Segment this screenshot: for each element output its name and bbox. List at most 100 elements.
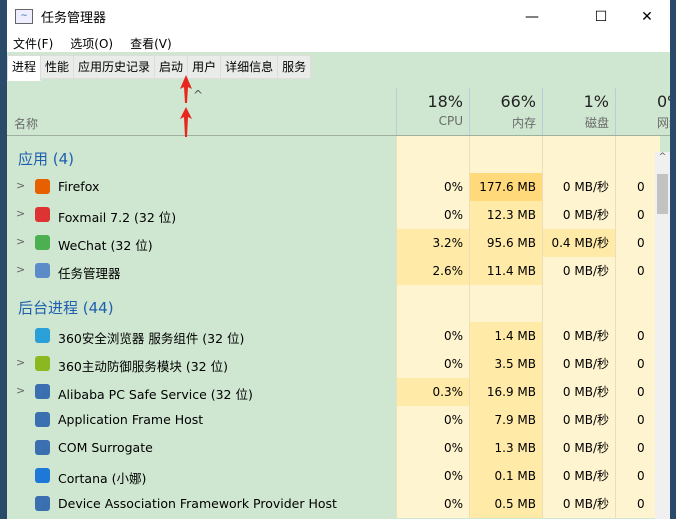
disk-cell: 0 MB/秒 <box>542 350 615 378</box>
process-name-cell: > Alibaba PC Safe Service (32 位) <box>7 378 396 406</box>
cpu-cell: 0% <box>396 434 469 462</box>
360-browser-icon <box>35 328 50 343</box>
process-row[interactable]: COM Surrogate 0%1.3 MB0 MB/秒0 M <box>7 434 660 483</box>
network-cell: 0 M <box>615 434 660 483</box>
taskmgr-icon: ~ <box>15 9 33 24</box>
memory-cell: 7.9 MB <box>469 406 542 434</box>
empty-cell <box>615 136 660 173</box>
empty-cell <box>469 285 542 322</box>
process-row[interactable]: Device Association Framework Provider Ho… <box>7 490 660 518</box>
process-name-cell: >360主动防御服务模块 (32 位) <box>7 350 396 378</box>
close-button[interactable]: ✕ <box>624 0 670 33</box>
window-title: 任务管理器 <box>41 11 107 26</box>
network-cell: 0 M <box>615 490 660 518</box>
process-name-cell: Device Association Framework Provider Ho… <box>7 490 396 518</box>
tab-details[interactable]: 详细信息 <box>220 55 279 79</box>
tab-processes[interactable]: 进程 <box>7 55 42 81</box>
process-row[interactable]: >360主动防御服务模块 (32 位)0%3.5 MB0 MB/秒0 M <box>7 350 660 399</box>
process-row[interactable]: > Alibaba PC Safe Service (32 位) 0.3% 16.9 … <box>7 378 660 427</box>
expand-chevron-icon[interactable]: > <box>16 235 25 248</box>
process-name-cell: > Foxmail 7.2 (32 位) <box>7 201 396 229</box>
process-name: Application Frame Host <box>58 412 204 427</box>
scrollbar[interactable]: ^ <box>655 152 670 519</box>
expand-chevron-icon[interactable]: > <box>16 263 25 276</box>
memory-cell: 12.3 MB <box>469 201 542 229</box>
process-row[interactable]: 360安全浏览器 服务组件 (32 位) 0%1.4 MB0 MB/秒0 M <box>7 322 660 371</box>
process-name: Alibaba PC Safe Service (32 位) <box>58 387 253 402</box>
network-cell: 0 M <box>615 350 660 399</box>
menu-view[interactable]: 查看(V) <box>130 35 172 52</box>
menu-options[interactable]: 选项(O) <box>70 35 113 52</box>
network-cell: 0 M <box>615 229 660 278</box>
tab-services[interactable]: 服务 <box>277 55 312 79</box>
expand-chevron-icon[interactable]: > <box>16 207 25 220</box>
memory-cell: 3.5 MB <box>469 350 542 378</box>
memory-cell: 16.9 MB <box>469 378 542 406</box>
memory-cell: 177.6 MB <box>469 173 542 201</box>
process-name: 360主动防御服务模块 (32 位) <box>58 359 228 374</box>
column-cpu[interactable]: 18% CPU <box>396 88 469 135</box>
memory-cell: 1.3 MB <box>469 434 542 462</box>
firefox-icon <box>35 179 50 194</box>
process-name: COM Surrogate <box>58 440 153 455</box>
disk-cell: 0 MB/秒 <box>542 434 615 462</box>
process-name: 360安全浏览器 服务组件 (32 位) <box>58 331 245 346</box>
process-name: Device Association Framework Provider Ho… <box>58 496 337 511</box>
tab-performance[interactable]: 性能 <box>40 55 75 79</box>
360-defense-icon <box>35 356 50 371</box>
tab-app-history[interactable]: 应用历史记录 <box>73 55 156 79</box>
column-memory[interactable]: 66% 内存 <box>469 88 542 135</box>
column-network[interactable]: 0%网络 <box>615 88 670 135</box>
disk-cell: 0 MB/秒 <box>542 490 615 518</box>
column-disk[interactable]: 1% 磁盘 <box>542 88 615 135</box>
disk-cell: 0 MB/秒 <box>542 201 615 229</box>
menu-bar: 文件(F) 选项(O) 查看(V) <box>7 33 670 53</box>
scrollbar-thumb[interactable] <box>657 174 668 214</box>
tab-bar: 进程 性能 应用历史记录 启动 用户 详细信息 服务 <box>7 55 312 81</box>
network-cell: 0 M <box>615 462 660 511</box>
scroll-up-icon[interactable]: ^ <box>655 152 670 162</box>
expand-chevron-icon[interactable]: > <box>16 356 25 369</box>
maximize-button[interactable]: ☐ <box>578 0 624 33</box>
process-name-cell: 360安全浏览器 服务组件 (32 位) <box>7 322 396 350</box>
cortana-icon <box>35 468 50 483</box>
disk-cell: 0 MB/秒 <box>542 462 615 490</box>
process-name-cell: > 任务管理器 <box>7 257 396 285</box>
task-manager-window: ~ 任务管理器 — ☐ ✕ 文件(F) 选项(O) 查看(V) 进程 性能 应用… <box>7 0 670 519</box>
process-name: 任务管理器 <box>58 266 121 281</box>
network-cell: 0 M <box>615 406 660 455</box>
cpu-cell: 0% <box>396 173 469 201</box>
empty-cell <box>396 285 469 322</box>
process-row[interactable]: > WeChat (32 位) 3.2%95.6 MB0.4 MB/秒0 M <box>7 229 660 278</box>
process-row[interactable]: Application Frame Host 0%7.9 MB0 MB/秒0 M <box>7 406 660 455</box>
memory-cell: 0.5 MB <box>469 490 542 518</box>
disk-cell: 0 MB/秒 <box>542 173 615 201</box>
network-cell: 0 M <box>615 201 660 250</box>
empty-cell <box>469 136 542 173</box>
app-window-icon <box>35 384 50 399</box>
network-cell: 0 M <box>615 322 660 371</box>
wechat-icon <box>35 235 50 250</box>
memory-cell: 11.4 MB <box>469 257 542 285</box>
empty-cell <box>615 285 660 322</box>
process-name-cell: > WeChat (32 位) <box>7 229 396 257</box>
app-window-icon <box>35 496 50 511</box>
cpu-cell: 2.6% <box>396 257 469 285</box>
red-arrow-annotation <box>180 75 192 137</box>
process-name: WeChat (32 位) <box>58 238 153 253</box>
memory-cell: 1.4 MB <box>469 322 542 350</box>
expand-chevron-icon[interactable]: > <box>16 384 25 397</box>
disk-cell: 0 MB/秒 <box>542 378 615 406</box>
expand-chevron-icon[interactable]: > <box>16 179 25 192</box>
process-row[interactable]: > Firefox 0%177.6 MB0 MB/秒0 M <box>7 173 660 222</box>
cpu-cell: 0% <box>396 201 469 229</box>
sort-caret-icon: ^ <box>193 88 204 102</box>
column-name[interactable]: 名称 <box>14 115 38 132</box>
process-row[interactable]: > 任务管理器 2.6%11.4 MB0 MB/秒0 M <box>7 257 660 306</box>
process-row[interactable]: Cortana (小娜) 0%0.1 MB0 MB/秒0 M <box>7 462 660 511</box>
menu-file[interactable]: 文件(F) <box>13 35 53 52</box>
cpu-cell: 0% <box>396 350 469 378</box>
foxmail-icon <box>35 207 50 222</box>
minimize-button[interactable]: — <box>509 0 555 33</box>
process-row[interactable]: > Foxmail 7.2 (32 位) 0%12.3 MB0 MB/秒0 M <box>7 201 660 250</box>
